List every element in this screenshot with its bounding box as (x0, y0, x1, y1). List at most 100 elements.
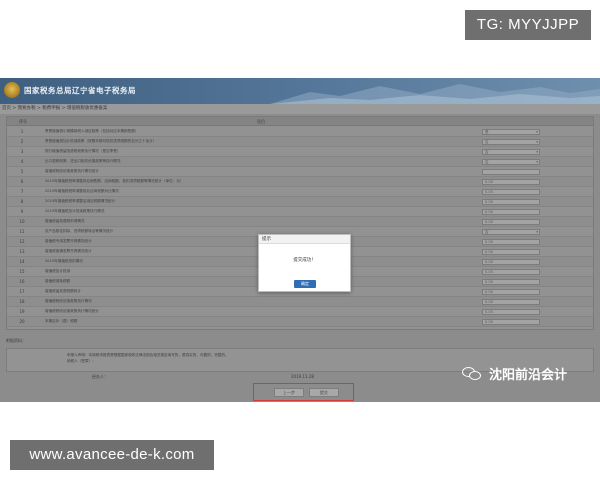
row-index: 17 (19, 289, 25, 294)
row-index: 15 (19, 269, 25, 274)
row-value-field[interactable]: 否 ▾ (482, 228, 540, 235)
row-item-text: 现行增值税留抵退税政策执行情况（是否享受） (45, 149, 121, 153)
row-item-text: 2019年增值税税率调整后减征税额情况统计 (45, 199, 116, 203)
row-index: 2 (20, 139, 24, 144)
row-item-text: 享受增值税小规模纳税人减征政策（包括对应本期销售额） (45, 129, 139, 133)
table-row: 4 出口退税政策、进出口相关优惠政策等执行情况否 ▾ (7, 157, 593, 167)
row-value-field[interactable]: 0.00 (482, 188, 540, 195)
row-item-text: 增值税专用发票开具情况统计 (45, 239, 92, 243)
row-value-text: 是 (485, 129, 489, 134)
action-buttons-highlight: 上一步 提交 (253, 383, 354, 401)
breadcrumb-bar: 首页 > 我要办税 > 税费申报 > 增值税税收优惠备案 (0, 104, 600, 114)
table-header: 序号 项目 (7, 117, 593, 126)
header-index: 序号 (19, 119, 27, 124)
chevron-down-icon[interactable]: ▾ (536, 150, 538, 154)
prompt-dialog: 提示 提交成功！ 确定 (258, 234, 351, 292)
site-title: 国家税务总局辽宁省电子税务局 (24, 86, 136, 95)
row-index: 20 (19, 319, 25, 324)
dialog-title: 提示 (259, 235, 350, 244)
row-value-field[interactable]: 否 ▾ (482, 158, 540, 165)
breadcrumb[interactable]: 首页 > 我要办税 > 税费申报 > 增值税税收优惠备案 (2, 105, 107, 111)
row-value-text: 0.00 (485, 319, 493, 324)
table-row: 10 增值税留抵退税申请情况 0.00 (7, 217, 593, 227)
row-value-text: 0.00 (485, 199, 493, 204)
row-value-field[interactable]: 0.00 (482, 218, 540, 225)
chevron-down-icon[interactable]: ▾ (536, 160, 538, 164)
table-row: 5 增值税税收优惠政策执行情况统计 (7, 167, 593, 177)
row-item-text: 本期应补（退）税额 (45, 319, 78, 323)
dialog-message: 提交成功！ (293, 258, 316, 263)
table-row: 19 增值税税收优惠政策执行情况统计 0.00 (7, 307, 593, 317)
table-row: 2 享受增值税加计抵减政策（按照本期可抵扣进项税额的百分之十加计）否 ▾ (7, 137, 593, 147)
prev-step-button[interactable]: 上一步 (274, 388, 304, 397)
row-value-text: 0.00 (485, 189, 493, 194)
row-value-text: 否 (485, 159, 489, 164)
table-row: 8 2019年增值税税率调整后减征税额情况统计 0.00 (7, 197, 593, 207)
row-value-field[interactable]: 0.00 (482, 288, 540, 295)
wechat-icon (462, 366, 482, 381)
row-value-text: 0.00 (485, 269, 493, 274)
row-index: 1 (20, 129, 24, 134)
row-value-field[interactable]: 0.00 (482, 238, 540, 245)
wechat-watermark: 沈阳前沿会计 (462, 364, 568, 383)
row-index: 8 (20, 199, 24, 204)
row-value-field[interactable]: 0.00 (482, 248, 540, 255)
row-value-field[interactable]: 否 ▾ (482, 148, 540, 155)
tg-label-badge: TG: MYYJJPP (465, 10, 591, 40)
row-value-text: 0.00 (485, 289, 493, 294)
table-row: 1 享受增值税小规模纳税人减征政策（包括对应本期销售额）是 ▾ (7, 127, 593, 137)
tax-emblem-icon (4, 82, 20, 98)
table-row: 9 2019年增值税加计抵减政策执行情况 0.00 (7, 207, 593, 217)
row-index: 9 (20, 209, 24, 214)
url-label-badge: www.avancee-de-k.com (10, 440, 214, 470)
row-value-field[interactable] (482, 168, 540, 175)
row-value-text: 0.00 (485, 209, 493, 214)
row-index: 4 (20, 159, 24, 164)
row-item-text: 增值税普通发票开具情况统计 (45, 249, 92, 253)
header-item: 项目 (257, 119, 265, 124)
row-value-text: 0.00 (485, 279, 493, 284)
row-item-text: 享受增值税加计抵减政策（按照本期可抵扣进项税额的百分之十加计） (45, 139, 157, 143)
row-value-field[interactable]: 0.00 (482, 258, 540, 265)
table-row: 18 增值税税收优惠政策执行情况 0.00 (7, 297, 593, 307)
row-index: 3 (20, 149, 24, 154)
row-item-text: 增值税留抵退税额统计 (45, 289, 81, 293)
row-index: 13 (19, 249, 25, 254)
row-index: 10 (19, 219, 25, 224)
row-value-text: 否 (485, 139, 489, 144)
row-item-text: 2019年增值税抵扣情况 (45, 259, 83, 263)
dialog-ok-button[interactable]: 确定 (294, 280, 316, 288)
row-value-field[interactable]: 0.00 (482, 318, 540, 325)
row-value-field[interactable]: 0.00 (482, 268, 540, 275)
row-item-text: 增值税税收优惠政策执行情况 (45, 299, 92, 303)
row-item-text: 2019年增值税税率调整前后应纳税额对比情况 (45, 189, 119, 193)
table-row: 20 本期应补（退）税额 0.00 (7, 317, 593, 327)
row-value-field[interactable]: 否 ▾ (482, 138, 540, 145)
chevron-down-icon[interactable]: ▾ (536, 130, 538, 134)
submit-button[interactable]: 提交 (309, 388, 339, 397)
chevron-down-icon[interactable]: ▾ (536, 230, 538, 234)
row-value-field[interactable]: 0.00 (482, 278, 540, 285)
row-value-field[interactable]: 0.00 (482, 208, 540, 215)
row-item-text: 增值税减免税额 (45, 279, 71, 283)
row-index: 7 (20, 189, 24, 194)
chevron-down-icon[interactable]: ▾ (536, 140, 538, 144)
row-index: 18 (19, 299, 25, 304)
header-mountain-graphic (270, 84, 600, 104)
row-value-field[interactable]: 0.00 (482, 178, 540, 185)
note-line-2: 纳税人（签章）： (67, 359, 96, 363)
note-line-1: 申报人声明：本纳税申报表是根据国家税收法律法规及相关规定填写的，是真实的、可靠的… (67, 353, 229, 357)
watermark-text: 沈阳前沿会计 (489, 367, 568, 383)
row-value-text: 0.00 (485, 259, 493, 264)
row-value-text: 0.00 (485, 249, 493, 254)
row-value-field[interactable]: 是 ▾ (482, 128, 540, 135)
row-value-field[interactable]: 0.00 (482, 198, 540, 205)
row-value-text: 0.00 (485, 309, 493, 314)
table-row: 6 2019年增值税税率调整前后销售额、应纳税额、抵扣进项税额等情况统计（单位：元… (7, 177, 593, 187)
row-value-field[interactable]: 0.00 (482, 308, 540, 315)
row-item-text: 增值税税收优惠政策执行情况统计 (45, 169, 99, 173)
row-value-field[interactable]: 0.00 (482, 298, 540, 305)
row-index: 19 (19, 309, 25, 314)
row-index: 12 (19, 239, 25, 244)
row-item-text: 2019年增值税税率调整前后销售额、应纳税额、抵扣进项税额等情况统计（单位：元） (45, 179, 184, 183)
